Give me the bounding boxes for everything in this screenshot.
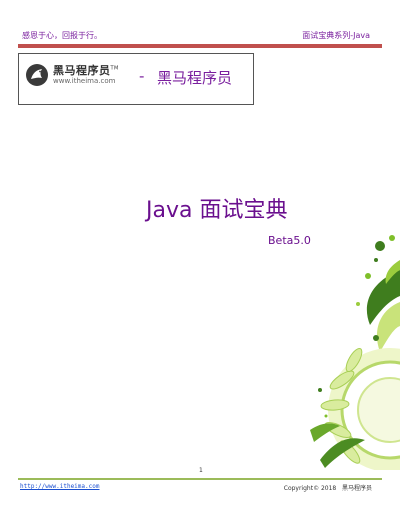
page-number: 1	[199, 467, 203, 474]
footer-copyright: Copyright© 2018 黑马程序员	[283, 485, 372, 492]
header-motto: 感恩于心，回报于行。	[22, 31, 102, 40]
horse-logo-icon	[26, 64, 48, 86]
logo-brand-text: 黑马程序员TM	[53, 64, 119, 77]
organization-name: 黑马程序员	[157, 69, 233, 87]
logo-url-text: www.itheima.com	[53, 77, 116, 85]
header-series: 面试宝典系列-Java	[302, 31, 370, 40]
footer-rule	[18, 478, 382, 480]
document-page: 感恩于心，回报于行。 面试宝典系列-Java 黑马程序员TM www.ithei…	[0, 0, 400, 520]
header-rule	[18, 44, 382, 48]
floral-decoration-icon	[310, 235, 400, 470]
document-title: Java 面试宝典	[146, 198, 288, 223]
logo-banner: 黑马程序员TM www.itheima.com - 黑马程序员	[18, 53, 254, 105]
logo-separator: -	[139, 67, 145, 85]
footer-website-link[interactable]: http://www.itheima.com	[20, 483, 99, 490]
